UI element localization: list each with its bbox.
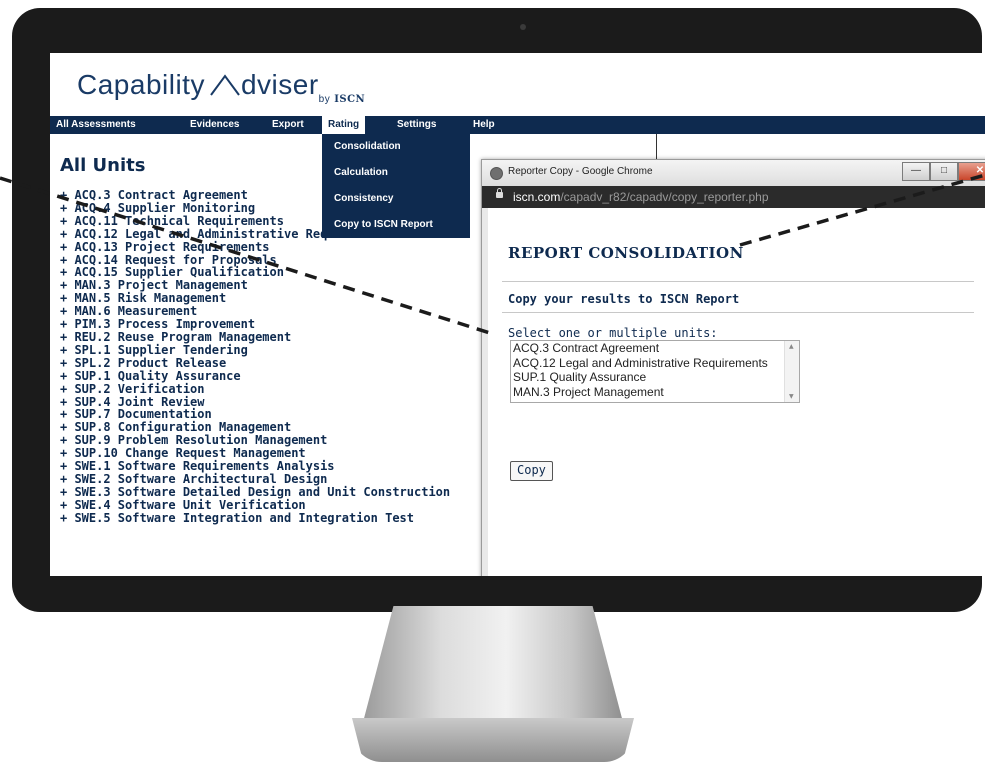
divider [502,312,974,313]
address-bar[interactable]: iscn.com/capadv_r82/capadv/copy_reporter… [482,186,985,208]
lock-icon [496,188,503,198]
menu-all-assessments[interactable]: All Assessments [56,116,136,134]
section-title: Copy your results to ISCN Report [508,292,740,306]
select-option[interactable]: ACQ.12 Legal and Administrative Requirem… [511,356,799,371]
monitor-stand-base [352,718,634,762]
scroll-up-icon[interactable]: ▲ [789,343,794,350]
logo-word-adviser: dviser [240,69,319,100]
select-option[interactable]: SUP.1 Quality Assurance [511,370,799,385]
unit-item[interactable]: + ACQ.3 Contract Agreement [60,189,450,202]
menu-rating[interactable]: Rating [322,116,366,134]
unit-list: + ACQ.3 Contract Agreement + ACQ.4 Suppl… [60,189,450,525]
url-text[interactable]: iscn.com/capadv_r82/capadv/copy_reporter… [513,190,769,204]
unit-item[interactable]: + SUP.1 Quality Assurance [60,369,450,383]
unit-item[interactable]: + ACQ.11 Technical Requirements [60,214,450,228]
window-titlebar[interactable]: Reporter Copy - Google Chrome — □ ✕ [482,160,985,186]
unit-item[interactable]: + ACQ.12 Legal and Administrative Requir… [60,227,450,241]
copy-button[interactable]: Copy [510,461,553,481]
url-path: /capadv_r82/capadv/copy_reporter.php [560,190,769,204]
unit-item[interactable]: + SWE.1 Software Requirements Analysis [60,460,450,473]
logo-sub: by ISCN [319,94,366,105]
scroll-down-icon[interactable]: ▼ [789,393,794,400]
logo-by: by [318,94,331,105]
multiselect-scrollbar[interactable]: ▲ ▼ [784,341,799,402]
unit-item[interactable]: + SWE.5 Software Integration and Integra… [60,511,450,525]
unit-item[interactable]: + SUP.2 Verification [60,382,450,396]
menu-evidences[interactable]: Evidences [190,116,239,134]
unit-multiselect[interactable]: ACQ.3 Contract Agreement ACQ.12 Legal an… [510,340,800,403]
select-option[interactable]: MAN.3 Project Management [511,385,799,400]
logo-caret-icon [210,74,240,96]
menu-help[interactable]: Help [473,116,495,134]
unit-item[interactable]: + ACQ.13 Project Requirements [60,240,450,254]
minimize-icon[interactable]: — [902,162,930,181]
unit-item[interactable]: + SPL.1 Supplier Tendering [60,343,450,357]
unit-item[interactable]: + REU.2 Reuse Program Management [60,331,450,344]
monitor-bezel: Capability dviserby ISCN All Assessments … [12,8,985,612]
app-logo[interactable]: Capability dviserby ISCN [77,69,365,105]
popup-content: REPORT CONSOLIDATION Copy your results t… [488,208,985,576]
camera-dot [520,24,526,30]
monitor-stand [362,606,624,726]
menu-export[interactable]: Export [272,116,304,134]
select-label: Select one or multiple units: [508,326,718,340]
unit-item[interactable]: + ACQ.4 Supplier Monitoring [60,202,450,215]
main-menu-bar: All Assessments Evidences Export Rating … [50,116,985,134]
dropdown-calculation[interactable]: Calculation [322,160,470,186]
window-title: Reporter Copy - Google Chrome [508,166,653,177]
url-domain: iscn.com [513,190,561,204]
page-title: All Units [60,155,146,176]
unit-item[interactable]: + SWE.3 Software Detailed Design and Uni… [60,485,450,499]
divider [502,281,974,282]
report-heading: REPORT CONSOLIDATION [508,244,744,262]
close-icon[interactable]: ✕ [958,162,985,181]
logo-word-capability: Capability [77,69,205,100]
unit-item[interactable]: + SPL.2 Product Release [60,356,450,370]
unit-item[interactable]: + SWE.4 Software Unit Verification [60,498,450,512]
select-option[interactable]: ACQ.3 Contract Agreement [511,341,799,356]
dropdown-consolidation[interactable]: Consolidation [322,134,470,160]
maximize-icon[interactable]: □ [930,162,958,181]
chrome-icon [490,167,503,180]
window-controls: — □ ✕ [902,162,985,181]
reporter-copy-window: Reporter Copy - Google Chrome — □ ✕ iscn… [481,159,985,576]
screen: Capability dviserby ISCN All Assessments … [50,53,985,576]
logo-org: ISCN [334,94,366,105]
unit-item[interactable]: + SWE.2 Software Architectural Design [60,473,450,486]
menu-settings[interactable]: Settings [397,116,436,134]
